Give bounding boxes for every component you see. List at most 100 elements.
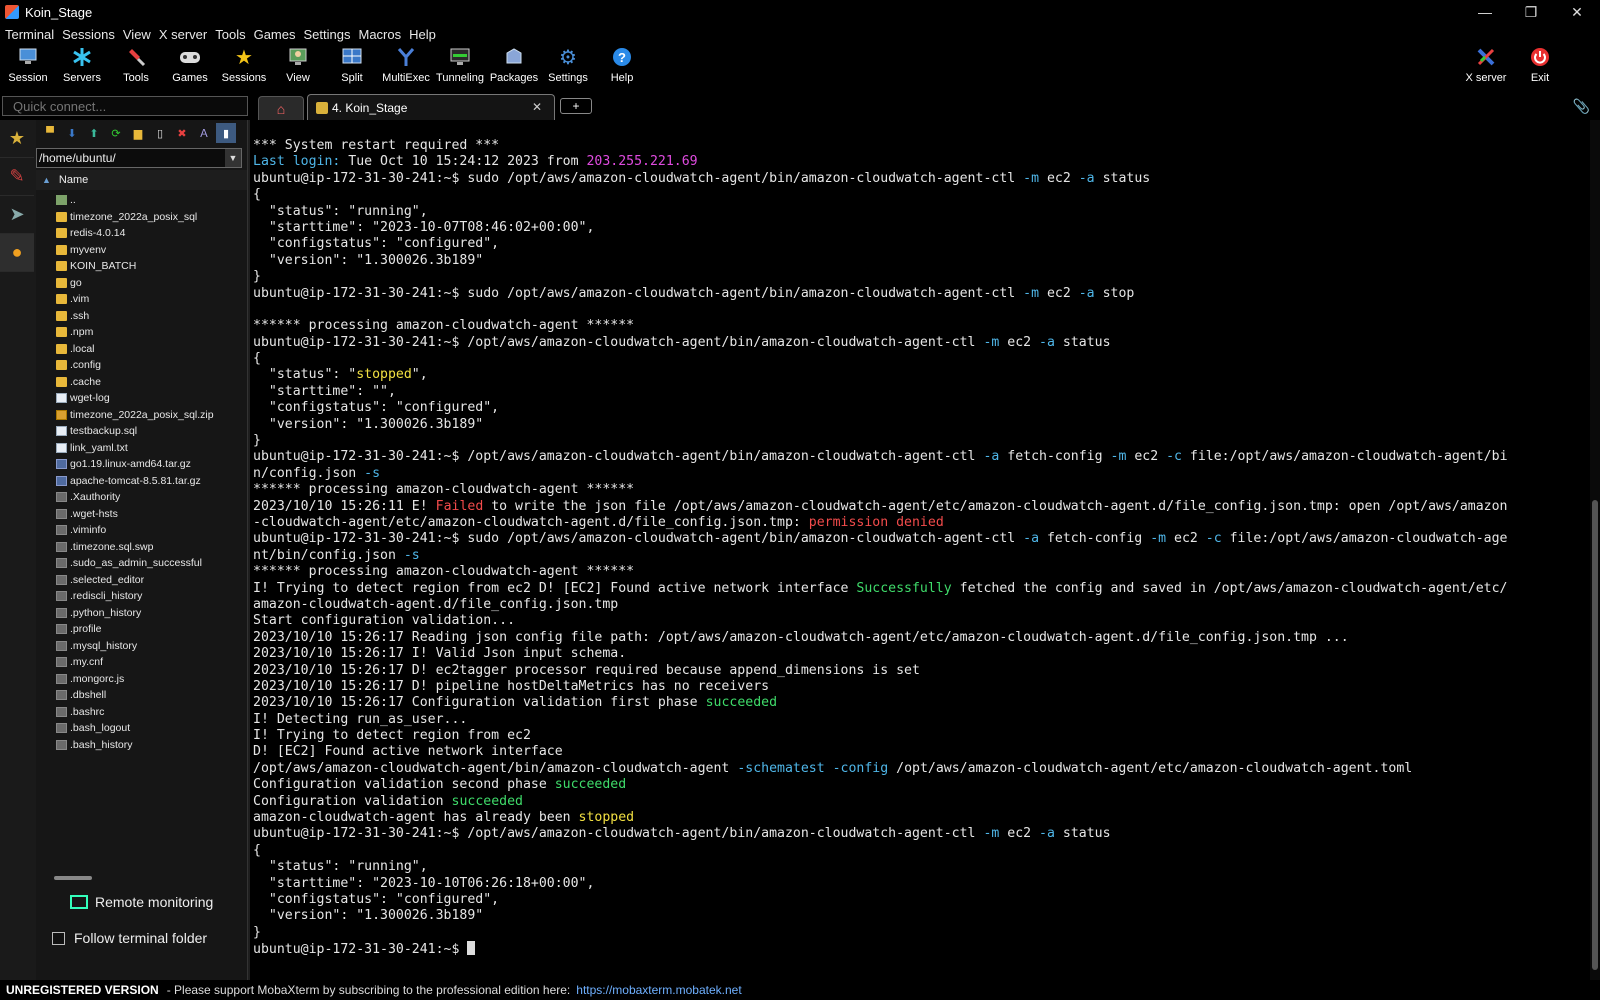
fork-icon [395, 46, 417, 68]
file-list-item[interactable]: go [36, 275, 247, 292]
file-list-item[interactable]: myvenv [36, 242, 247, 259]
file-list-item[interactable]: .mysql_history [36, 638, 247, 655]
remote-monitoring-button[interactable]: Remote monitoring [70, 894, 213, 910]
menu-tools[interactable]: Tools [214, 27, 252, 42]
file-list-item[interactable]: wget-log [36, 390, 247, 407]
file-list-item[interactable]: .Xauthority [36, 489, 247, 506]
terminal-prompt-line[interactable]: ubuntu@ip-172-31-30-241:~$ [253, 941, 1590, 957]
help-button[interactable]: ? Help [594, 46, 650, 90]
home-tab[interactable]: ⌂ [258, 96, 304, 120]
menu-sessions[interactable]: Sessions [61, 27, 122, 42]
side-tab-sessions[interactable]: ★ [0, 120, 34, 158]
menu-x-server[interactable]: X server [158, 27, 214, 42]
menu-help[interactable]: Help [408, 27, 443, 42]
file-list-item[interactable]: .profile [36, 621, 247, 638]
refresh-button[interactable]: ⟳ [106, 123, 126, 143]
path-combobox[interactable]: /home/ubuntu/ ▼ [36, 148, 242, 168]
side-tab-sftp[interactable]: ● [0, 234, 34, 272]
games-button[interactable]: Games [162, 46, 218, 90]
file-list-item[interactable]: .cache [36, 374, 247, 391]
side-tab-macros[interactable]: ➤ [0, 196, 34, 234]
parent-folder-button[interactable]: ▀ [40, 123, 60, 143]
packages-button[interactable]: Packages [486, 46, 542, 90]
file-list-item[interactable]: .vim [36, 291, 247, 308]
file-list-item[interactable]: .mongorc.js [36, 671, 247, 688]
file-list-item[interactable]: .bash_logout [36, 720, 247, 737]
quick-connect-input[interactable] [2, 96, 248, 116]
mobatek-link[interactable]: https://mobaxterm.mobatek.net [576, 983, 741, 997]
file-list-item[interactable]: .npm [36, 324, 247, 341]
file-list-item[interactable]: .viminfo [36, 522, 247, 539]
new-file-button[interactable]: ▯ [150, 123, 170, 143]
terminal-scrollbar-thumb[interactable] [1592, 500, 1598, 970]
file-list-item[interactable]: .timezone.sql.swp [36, 539, 247, 556]
file-list-item[interactable]: .rediscli_history [36, 588, 247, 605]
file-list-item[interactable]: link_yaml.txt [36, 440, 247, 457]
split-button[interactable]: Split [324, 46, 380, 90]
terminal-text: ubuntu@ip-172-31-30-241:~$ sudo /opt/aws… [253, 285, 1024, 301]
chevron-down-icon[interactable]: ▼ [225, 149, 241, 167]
session-button[interactable]: Session [0, 46, 56, 90]
file-name: .Xauthority [70, 491, 121, 504]
checkbox-box[interactable] [52, 931, 65, 945]
terminal-text: } [253, 433, 261, 449]
menu-games[interactable]: Games [253, 27, 303, 42]
settings-button[interactable]: ⚙ Settings [540, 46, 596, 90]
xserver-button[interactable]: X server [1458, 46, 1514, 90]
follow-terminal-checkbox[interactable]: Follow terminal folder [52, 930, 207, 946]
file-list-item[interactable]: .selected_editor [36, 572, 247, 589]
file-list-item[interactable]: .. [36, 192, 247, 209]
terminal-text: Last login: [253, 154, 349, 170]
file-list-item[interactable]: redis-4.0.14 [36, 225, 247, 242]
menu-view[interactable]: View [122, 27, 158, 42]
exit-button[interactable]: Exit [1512, 46, 1568, 90]
download-button[interactable]: ⬇ [62, 123, 82, 143]
minimize-button[interactable]: — [1462, 0, 1508, 24]
terminal-line: 2023/10/10 15:26:17 I! Valid Json input … [253, 646, 1590, 662]
paperclip-icon[interactable]: 📎 [1573, 98, 1590, 115]
terminal-text: "status": " [253, 367, 357, 383]
file-list-item[interactable]: KOIN_BATCH [36, 258, 247, 275]
sessions-button[interactable]: ★ Sessions [216, 46, 272, 90]
file-name: redis-4.0.14 [70, 227, 126, 240]
delete-button[interactable]: ✖ [172, 123, 192, 143]
tools-button[interactable]: Tools [108, 46, 164, 90]
servers-button[interactable]: Servers [54, 46, 110, 90]
tab-koin-stage[interactable]: 4. Koin_Stage ✕ [307, 94, 555, 120]
new-folder-button[interactable]: ▆ [128, 123, 148, 143]
upload-button[interactable]: ⬆ [84, 123, 104, 143]
file-list-item[interactable]: testbackup.sql [36, 423, 247, 440]
follow-folder-button[interactable]: ▮ [216, 123, 236, 143]
tunneling-button[interactable]: Tunneling [432, 46, 488, 90]
terminal-output[interactable]: *** System restart required *** Last logi… [250, 120, 1590, 980]
multiexec-button[interactable]: MultiExec [378, 46, 434, 90]
file-list-item[interactable]: apache-tomcat-8.5.81.tar.gz [36, 473, 247, 490]
menu-macros[interactable]: Macros [357, 27, 408, 42]
file-list-item[interactable]: go1.19.linux-amd64.tar.gz [36, 456, 247, 473]
file-list-item[interactable]: .config [36, 357, 247, 374]
column-header-name[interactable]: ▲ Name [36, 170, 247, 190]
file-list-item[interactable]: .wget-hsts [36, 506, 247, 523]
menu-terminal[interactable]: Terminal [4, 27, 61, 42]
file-list-item[interactable]: .bash_history [36, 737, 247, 754]
terminal-scrollbar[interactable] [1590, 120, 1600, 980]
file-list-item[interactable]: timezone_2022a_posix_sql [36, 209, 247, 226]
file-list-item[interactable]: .bashrc [36, 704, 247, 721]
file-list-item[interactable]: .dbshell [36, 687, 247, 704]
view-button[interactable]: View [270, 46, 326, 90]
close-window-button[interactable]: ✕ [1554, 0, 1600, 24]
file-list-item[interactable]: .ssh [36, 308, 247, 325]
restore-button[interactable]: ❐ [1508, 0, 1554, 24]
side-tab-tools[interactable]: ✎ [0, 158, 34, 196]
file-list-item[interactable]: .my.cnf [36, 654, 247, 671]
rename-button[interactable]: Ａ [194, 123, 214, 143]
menu-settings[interactable]: Settings [303, 27, 358, 42]
file-list-item[interactable]: .sudo_as_admin_successful [36, 555, 247, 572]
tab-close-icon[interactable]: ✕ [532, 100, 542, 114]
file-list-item[interactable]: .local [36, 341, 247, 358]
new-tab-button[interactable]: + [560, 98, 592, 114]
file-list-item[interactable]: .python_history [36, 605, 247, 622]
sessions-label: Sessions [221, 72, 267, 84]
file-list-item[interactable]: timezone_2022a_posix_sql.zip [36, 407, 247, 424]
horizontal-scrollbar[interactable] [54, 876, 92, 880]
